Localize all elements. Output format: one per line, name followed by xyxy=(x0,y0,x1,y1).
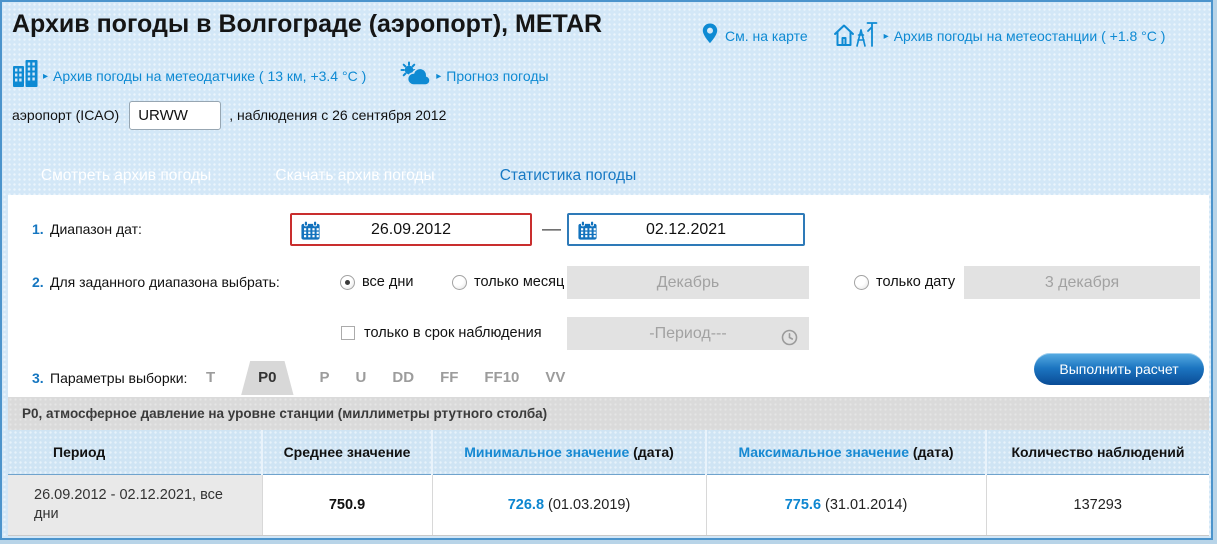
radio-only-date[interactable] xyxy=(854,275,869,290)
period-value: -Период--- xyxy=(649,325,726,342)
map-link[interactable]: См. на карте xyxy=(725,28,808,44)
param-vv[interactable]: VV xyxy=(545,361,565,395)
header-links-top: См. на карте ▸ Архив погоды на метеостан… xyxy=(702,14,1165,58)
param-u[interactable]: U xyxy=(356,361,367,395)
forecast-link[interactable]: Прогноз погоды xyxy=(446,68,548,84)
min-value-link[interactable]: 726.8 xyxy=(508,497,544,513)
col-min-suffix: (дата) xyxy=(629,444,674,460)
icao-row: аэропорт (ICAO) , наблюдения с 26 сентяб… xyxy=(12,98,446,132)
location-pin-icon xyxy=(702,23,718,49)
radio-all-days[interactable] xyxy=(340,275,355,290)
tab-download-archive[interactable]: Скачать архив погоды xyxy=(243,156,467,195)
clock-icon xyxy=(781,325,798,358)
col-period: Период xyxy=(8,430,262,474)
section-title-bar: P0, атмосферное давление на уровне станц… xyxy=(8,397,1209,430)
step1-number: 1. xyxy=(32,213,44,246)
param-p[interactable]: P xyxy=(320,361,330,395)
calendar-icon xyxy=(577,220,598,246)
cell-average: 750.9 xyxy=(262,474,432,535)
col-minimum: Минимальное значение (дата) xyxy=(432,430,706,474)
param-ff[interactable]: FF xyxy=(440,361,458,395)
date-from-field[interactable]: 26.09.2012 xyxy=(290,213,532,246)
col-count: Количество наблюдений xyxy=(986,430,1209,474)
forecast-cloud-icon xyxy=(400,61,432,92)
day-select[interactable]: 3 декабря xyxy=(964,266,1200,299)
radio-only-month[interactable] xyxy=(452,275,467,290)
step3-number: 3. xyxy=(32,361,44,395)
min-date: (01.03.2019) xyxy=(544,497,630,513)
param-p0[interactable]: P0 xyxy=(241,361,293,395)
param-t[interactable]: T xyxy=(206,361,215,395)
station-archive-link[interactable]: Архив погоды на метеостанции ( +1.8 °C ) xyxy=(894,28,1166,44)
param-dd[interactable]: DD xyxy=(392,361,414,395)
tab-weather-statistics[interactable]: Статистика погоды xyxy=(472,156,664,196)
step2-number: 2. xyxy=(32,266,44,299)
col-maximum: Максимальное значение (дата) xyxy=(706,430,986,474)
cell-maximum: 775.6 (31.01.2014) xyxy=(706,474,986,535)
table-row: 26.09.2012 - 02.12.2021, все дни 750.9 7… xyxy=(8,474,1209,535)
radio-all-days-label[interactable]: все дни xyxy=(362,266,413,299)
tab-view-archive[interactable]: Смотреть архив погоды xyxy=(14,156,238,195)
buildings-icon xyxy=(12,59,39,93)
date-from-value: 26.09.2012 xyxy=(292,215,530,245)
link-arrow-icon: ▸ xyxy=(436,71,441,82)
table-header-row: Период Среднее значение Минимальное знач… xyxy=(8,430,1209,474)
max-value-link[interactable]: 775.6 xyxy=(785,497,821,513)
link-arrow-icon: ▸ xyxy=(884,31,889,42)
step2-label: Для заданного диапазона выбрать: xyxy=(50,266,280,299)
obs-time-label[interactable]: только в срок наблюдения xyxy=(364,317,542,350)
link-arrow-icon: ▸ xyxy=(43,71,48,82)
cell-count: 137293 xyxy=(986,474,1209,535)
param-ff10[interactable]: FF10 xyxy=(484,361,519,395)
weather-station-icon xyxy=(832,20,880,53)
parameter-tabs: T P0 P U DD FF FF10 VV xyxy=(206,361,565,395)
step1-label: Диапазон дат: xyxy=(50,213,142,246)
sensor-archive-link[interactable]: Архив погоды на метеодатчике ( 13 км, +3… xyxy=(53,68,366,84)
col-max-suffix: (дата) xyxy=(909,444,954,460)
col-average: Среднее значение xyxy=(262,430,432,474)
month-select[interactable]: Декабрь xyxy=(567,266,809,299)
run-calculation-button[interactable]: Выполнить расчет xyxy=(1034,353,1204,385)
statistics-form-panel: 1. Диапазон дат: 26.09.2012 — xyxy=(8,195,1209,397)
main-tabs: Смотреть архив погоды Скачать архив пого… xyxy=(14,156,669,196)
page-title: Архив погоды в Волгограде (аэропорт), ME… xyxy=(12,10,602,39)
icao-label: аэропорт (ICAO) xyxy=(12,107,119,123)
date-to-value: 02.12.2021 xyxy=(569,215,803,245)
max-value-sort-link[interactable]: Максимальное значение xyxy=(738,444,909,460)
obs-time-checkbox[interactable] xyxy=(341,326,355,340)
icao-input[interactable] xyxy=(129,101,221,130)
date-to-field[interactable]: 02.12.2021 xyxy=(567,213,805,246)
period-select[interactable]: -Период--- xyxy=(567,317,809,350)
date-range-dash: — xyxy=(542,213,561,246)
weather-archive-page: Архив погоды в Волгограде (аэропорт), ME… xyxy=(0,0,1213,540)
max-date: (31.01.2014) xyxy=(821,497,907,513)
statistics-table: Период Среднее значение Минимальное знач… xyxy=(8,430,1209,536)
cell-minimum: 726.8 (01.03.2019) xyxy=(432,474,706,535)
radio-only-date-label[interactable]: только дату xyxy=(876,266,955,299)
calendar-icon xyxy=(300,220,321,246)
observations-note: , наблюдения с 26 сентября 2012 xyxy=(229,107,446,123)
min-value-sort-link[interactable]: Минимальное значение xyxy=(464,444,629,460)
step3-label: Параметры выборки: xyxy=(50,361,187,395)
cell-period: 26.09.2012 - 02.12.2021, все дни xyxy=(8,474,262,535)
radio-only-month-label[interactable]: только месяц xyxy=(474,266,564,299)
header-links-second: ▸ Архив погоды на метеодатчике ( 13 км, … xyxy=(12,54,549,98)
